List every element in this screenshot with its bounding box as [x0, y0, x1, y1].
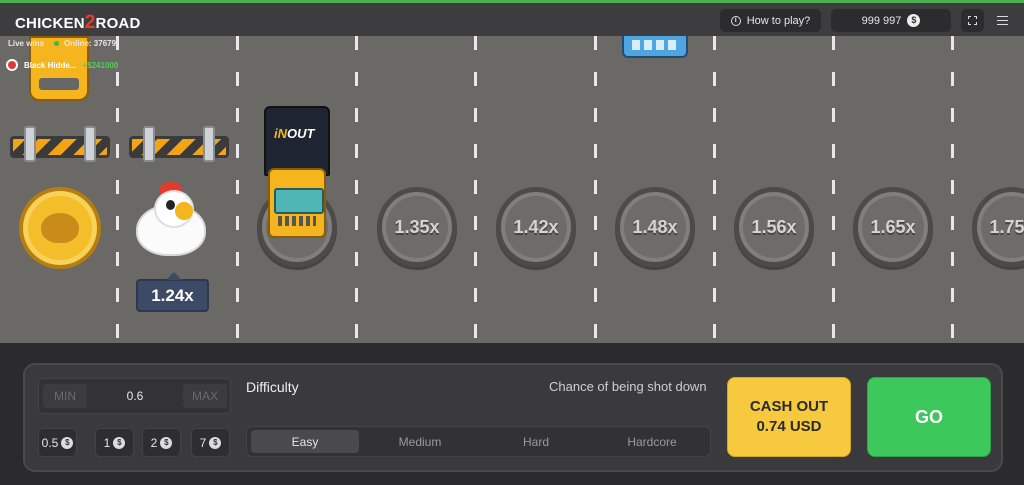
- fullscreen-icon: [968, 16, 977, 25]
- lane-multiplier[interactable]: 1.35x: [377, 187, 457, 267]
- lane-divider: [355, 0, 358, 343]
- online-count: Online: 37679: [64, 39, 117, 48]
- balance-value: 999 997: [861, 14, 902, 27]
- road: 1.35x 1.42x 1.48x 1.56x 1.65x 1.75x iNOU…: [0, 0, 1024, 343]
- dollar-coin-icon: $: [113, 436, 126, 449]
- multiplier-label: 1.42x: [513, 216, 559, 237]
- cash-out-amount: 0.74 USD: [756, 418, 822, 435]
- road-barrier: [10, 126, 110, 166]
- quick-bet-button[interactable]: 0.5 $: [38, 428, 77, 457]
- lane-multiplier[interactable]: 1.48x: [615, 187, 695, 267]
- control-panel: MIN 0.6 MAX 0.5 $ 1 $ 2 $ 7 $ Difficulty Cha…: [23, 363, 1003, 472]
- lane-divider: [951, 0, 954, 343]
- info-icon: i: [730, 15, 741, 26]
- avatar: [6, 59, 18, 71]
- cash-out-label: CASH OUT: [749, 398, 829, 415]
- balance-display: 999 997 $: [831, 9, 951, 32]
- bet-min-button[interactable]: MIN: [43, 384, 87, 408]
- how-to-play-label: How to play?: [746, 14, 811, 27]
- quick-bet-button[interactable]: 1 $: [95, 428, 134, 457]
- lane-divider: [713, 0, 716, 343]
- chicken-player: [132, 182, 212, 262]
- quick-bet-label: 0.5: [41, 435, 59, 450]
- fullscreen-button[interactable]: [961, 9, 984, 32]
- difficulty-tab-hardcore[interactable]: Hardcore: [598, 430, 706, 453]
- multiplier-label: 1.56x: [751, 216, 797, 237]
- lane-divider: [236, 0, 239, 343]
- live-win-item: Black Hidde... +$241000: [6, 58, 118, 72]
- difficulty-selector: Easy Medium Hard Hardcore: [246, 426, 711, 457]
- current-multiplier-badge: 1.24x: [136, 272, 209, 312]
- difficulty-tab-hard[interactable]: Hard: [482, 430, 590, 453]
- go-button[interactable]: GO: [867, 377, 991, 457]
- lane-divider: [474, 0, 477, 343]
- truck: iNOUT: [262, 106, 332, 240]
- quick-bet-label: 1: [103, 435, 111, 450]
- lane-multiplier[interactable]: 1.65x: [853, 187, 933, 267]
- lane-divider: [832, 0, 835, 343]
- lane-divider: [594, 0, 597, 343]
- chance-label: Chance of being shot down: [549, 379, 707, 394]
- dollar-coin-icon: $: [209, 436, 222, 449]
- live-wins-label: Live wins: [8, 39, 45, 48]
- menu-icon: [997, 16, 1008, 25]
- difficulty-tab-medium[interactable]: Medium: [366, 430, 474, 453]
- menu-button[interactable]: [991, 9, 1014, 32]
- lane-divider: [116, 0, 119, 343]
- multiplier-label: 1.75x: [989, 216, 1024, 237]
- winner-name: Black Hidde...: [24, 60, 77, 70]
- blue-bus: [622, 34, 688, 58]
- quick-bet-button[interactable]: 2 $: [142, 428, 181, 457]
- game-logo: CHICKEN2ROAD: [15, 12, 141, 33]
- lane-multiplier[interactable]: 1.75x: [972, 187, 1024, 267]
- top-bar: CHICKEN2ROAD i How to play? 999 997 $: [0, 0, 1024, 36]
- online-dot-icon: [54, 41, 60, 46]
- dollar-coin-icon: $: [61, 436, 74, 449]
- game-screen: 1.35x 1.42x 1.48x 1.56x 1.65x 1.75x iNOU…: [0, 0, 1024, 485]
- cash-out-button[interactable]: CASH OUT 0.74 USD: [727, 377, 851, 457]
- road-barrier: [129, 126, 229, 166]
- live-wins-header: Live wins Online: 37679: [8, 39, 116, 48]
- dollar-coin-icon: $: [907, 14, 921, 27]
- multiplier-label: 1.65x: [870, 216, 916, 237]
- bet-amount-field[interactable]: MIN 0.6 MAX: [38, 378, 231, 414]
- quick-bet-button[interactable]: 7 $: [191, 428, 230, 457]
- multiplier-label: 1.35x: [394, 216, 440, 237]
- lane-multiplier[interactable]: 1.42x: [496, 187, 576, 267]
- multiplier-label: 1.48x: [632, 216, 678, 237]
- win-amount: +$241000: [82, 60, 119, 70]
- quick-bet-label: 7: [199, 435, 207, 450]
- lane-multiplier[interactable]: 1.56x: [734, 187, 814, 267]
- gold-coin-icon: [19, 187, 101, 269]
- dollar-coin-icon: $: [160, 436, 173, 449]
- quick-bet-label: 2: [150, 435, 158, 450]
- truck-brand: iNOUT: [274, 126, 315, 141]
- difficulty-tab-easy[interactable]: Easy: [251, 430, 359, 453]
- how-to-play-button[interactable]: i How to play?: [720, 9, 821, 32]
- difficulty-label: Difficulty: [246, 379, 299, 395]
- bet-amount-value[interactable]: 0.6: [99, 389, 171, 403]
- bet-max-button[interactable]: MAX: [183, 384, 227, 408]
